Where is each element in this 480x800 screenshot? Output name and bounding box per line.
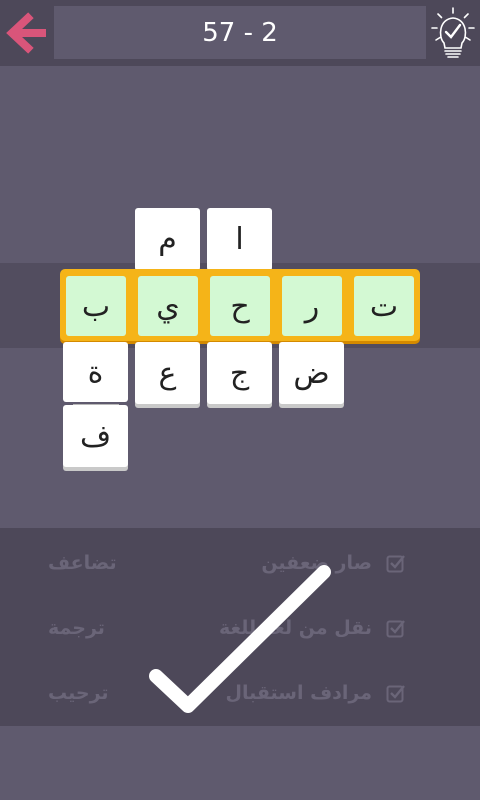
clue-answer: ترجمة — [48, 617, 105, 639]
back-button[interactable] — [6, 10, 50, 56]
clue-answer: ترحيب — [48, 682, 109, 704]
solved-letter-tile[interactable]: ب — [66, 276, 126, 336]
letter-tile[interactable]: ا — [207, 208, 272, 270]
solved-letter-tile[interactable]: ت — [354, 276, 414, 336]
letter-tile[interactable]: ض — [279, 342, 344, 404]
letter-tile[interactable]: ع — [135, 342, 200, 404]
lightbulb-check-icon — [431, 7, 475, 58]
level-complete-check-icon — [149, 565, 331, 713]
checkbox-checked-icon — [386, 555, 405, 573]
letter-tile[interactable]: م — [135, 208, 200, 270]
solved-letter-tile[interactable]: ر — [282, 276, 342, 336]
clue-answer: تضاعف — [48, 552, 117, 574]
checkbox-checked-icon — [386, 685, 405, 703]
back-arrow-icon — [6, 12, 46, 54]
letter-tile[interactable]: ج — [207, 342, 272, 404]
level-label: 57 - 2 — [54, 6, 426, 59]
letter-tile[interactable]: ف — [63, 405, 128, 467]
solved-letter-tile[interactable]: ح — [210, 276, 270, 336]
solved-letter-tile[interactable]: ي — [138, 276, 198, 336]
letter-tile[interactable]: ة — [63, 342, 128, 402]
checkbox-checked-icon — [386, 620, 405, 638]
hint-button[interactable] — [430, 6, 476, 60]
